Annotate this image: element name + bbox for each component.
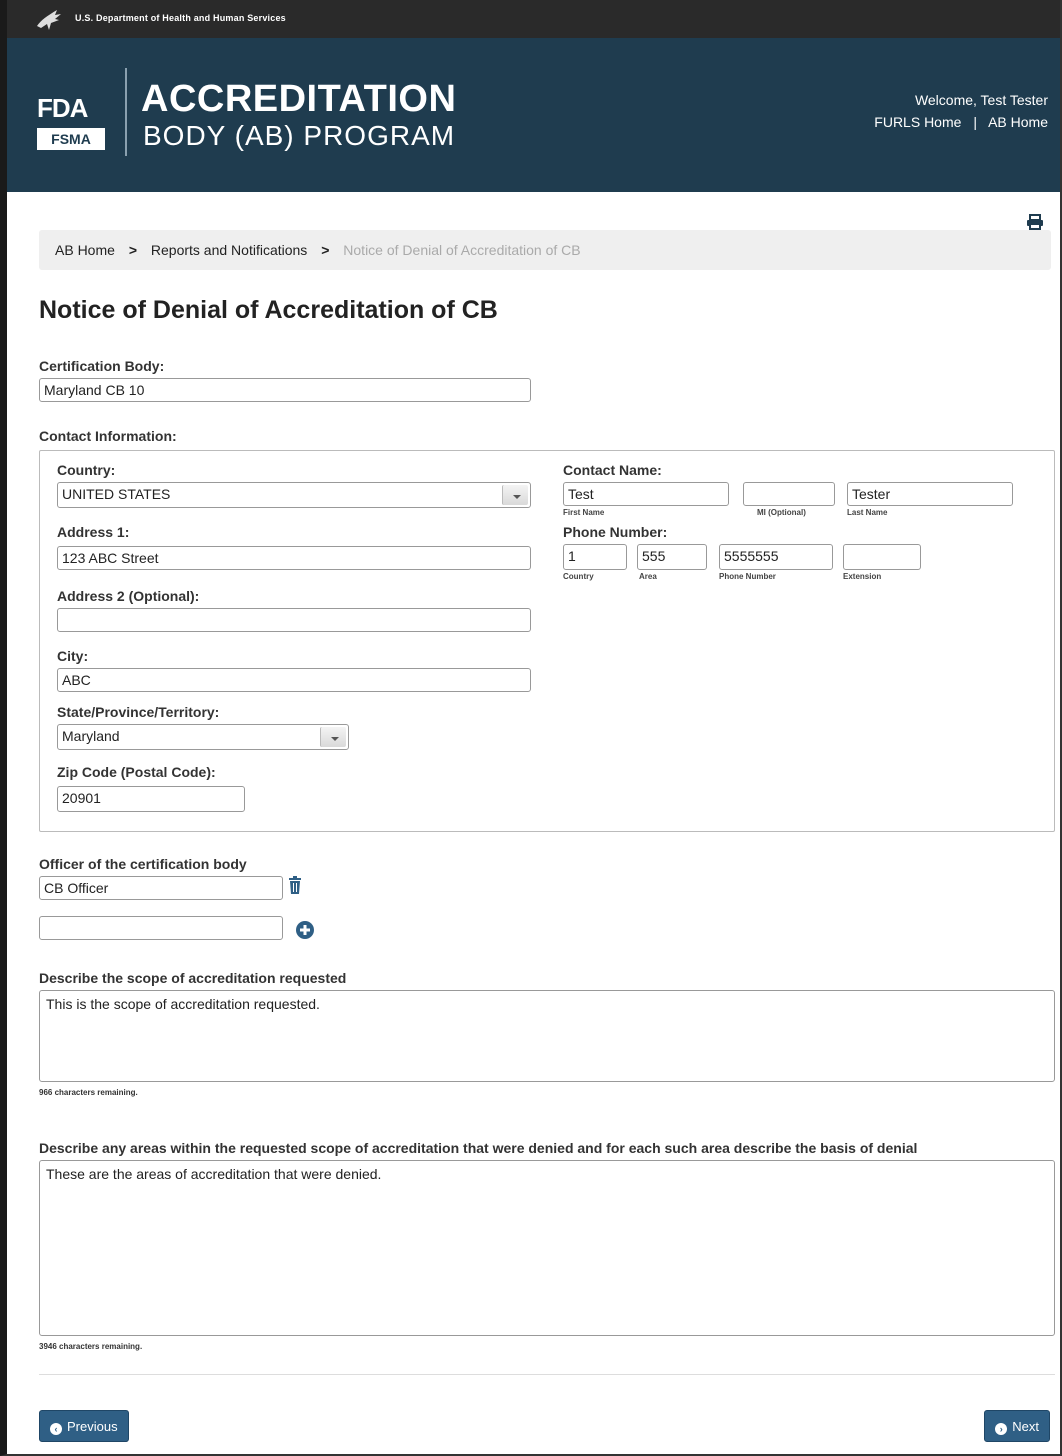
phone-extension-input[interactable] — [843, 544, 921, 570]
next-button[interactable]: › Next — [984, 1410, 1050, 1442]
breadcrumb-separator: > — [321, 242, 330, 258]
trash-icon[interactable] — [287, 876, 303, 894]
logo-fda-text: FDA — [37, 93, 88, 123]
breadcrumb-reports[interactable]: Reports and Notifications — [151, 242, 307, 258]
certification-body-label: Certification Body: — [39, 358, 165, 374]
page-title: Notice of Denial of Accreditation of CB — [39, 296, 498, 324]
middle-initial-input[interactable] — [743, 482, 835, 506]
hhs-bar: U.S. Department of Health and Human Serv… — [7, 0, 1060, 38]
print-icon[interactable] — [1026, 214, 1044, 230]
phone-area-caption: Area — [639, 572, 657, 581]
state-label: State/Province/Territory: — [57, 704, 220, 720]
officer-label: Officer of the certification body — [39, 856, 247, 872]
scope-label: Describe the scope of accreditation requ… — [39, 970, 347, 986]
chevron-down-icon[interactable] — [502, 485, 528, 505]
logo-fsma-text: FSMA — [37, 128, 105, 150]
scope-remaining: 966 characters remaining. — [39, 1088, 138, 1097]
scope-textarea[interactable]: This is the scope of accreditation reque… — [39, 990, 1055, 1082]
welcome-text: Welcome, Test Tester — [914, 92, 1048, 108]
furls-home-link[interactable]: FURLS Home — [874, 114, 961, 130]
address2-label: Address 2 (Optional): — [57, 588, 200, 604]
officer-input-1[interactable]: CB Officer — [39, 876, 283, 900]
program-title-line2: BODY (AB) PROGRAM — [143, 120, 456, 151]
state-value: Maryland — [62, 728, 120, 744]
address2-input[interactable] — [57, 608, 531, 632]
next-label: Next — [1012, 1419, 1039, 1434]
breadcrumb-separator: > — [128, 242, 137, 258]
logo-divider — [125, 68, 127, 156]
denied-areas-remaining: 3946 characters remaining. — [39, 1342, 143, 1351]
city-input[interactable]: ABC — [57, 668, 531, 692]
program-title-line1: ACCREDITATION — [141, 78, 457, 120]
first-name-caption: First Name — [563, 508, 605, 517]
middle-initial-caption: MI (Optional) — [757, 508, 806, 517]
phone-label: Phone Number: — [563, 524, 668, 540]
ab-home-link[interactable]: AB Home — [988, 114, 1048, 130]
denied-areas-textarea[interactable]: These are the areas of accreditation tha… — [39, 1160, 1055, 1336]
breadcrumb-ab-home[interactable]: AB Home — [55, 242, 115, 258]
address1-input[interactable]: 123 ABC Street — [57, 546, 531, 570]
page-frame: U.S. Department of Health and Human Serv… — [0, 0, 1062, 1456]
phone-number-caption: Phone Number — [719, 572, 776, 581]
program-banner: FDA FSMA ACCREDITATION BODY (AB) PROGRAM… — [7, 38, 1060, 192]
hhs-text: U.S. Department of Health and Human Serv… — [75, 13, 286, 23]
address1-label: Address 1: — [57, 524, 130, 540]
country-label: Country: — [57, 462, 116, 478]
breadcrumb-current: Notice of Denial of Accreditation of CB — [343, 242, 581, 258]
state-select[interactable]: Maryland — [57, 724, 349, 750]
hhs-eagle-icon — [37, 10, 61, 30]
contact-name-label: Contact Name: — [563, 462, 662, 478]
phone-number-input[interactable]: 5555555 — [719, 544, 833, 570]
zip-label: Zip Code (Postal Code): — [57, 764, 216, 780]
last-name-input[interactable]: Tester — [847, 482, 1013, 506]
country-value: UNITED STATES — [62, 486, 171, 502]
city-label: City: — [57, 648, 89, 664]
phone-extension-caption: Extension — [843, 572, 882, 581]
breadcrumb: AB Home > Reports and Notifications > No… — [39, 230, 1051, 270]
last-name-caption: Last Name — [847, 508, 888, 517]
zip-input[interactable]: 20901 — [57, 786, 245, 812]
phone-country-caption: Country — [563, 572, 594, 581]
contact-info-label: Contact Information: — [39, 428, 177, 444]
header-links: FURLS Home | AB Home — [874, 114, 1048, 130]
chevron-down-icon[interactable] — [320, 727, 346, 747]
country-select[interactable]: UNITED STATES — [57, 482, 531, 508]
divider — [39, 1374, 1055, 1375]
denied-areas-label: Describe any areas within the requested … — [39, 1140, 918, 1156]
previous-label: Previous — [67, 1419, 118, 1434]
certification-body-input[interactable]: Maryland CB 10 — [39, 378, 531, 402]
chevron-right-icon: › — [995, 1423, 1008, 1435]
first-name-input[interactable]: Test — [563, 482, 729, 506]
phone-area-input[interactable]: 555 — [637, 544, 707, 570]
officer-input-2[interactable] — [39, 916, 283, 940]
plus-circle-icon[interactable] — [295, 920, 315, 940]
fda-fsma-logo: FDA FSMA — [37, 94, 109, 154]
chevron-left-icon: ‹ — [50, 1423, 62, 1435]
previous-button[interactable]: ‹ Previous — [39, 1410, 129, 1442]
phone-country-input[interactable]: 1 — [563, 544, 627, 570]
link-separator: | — [973, 114, 977, 130]
